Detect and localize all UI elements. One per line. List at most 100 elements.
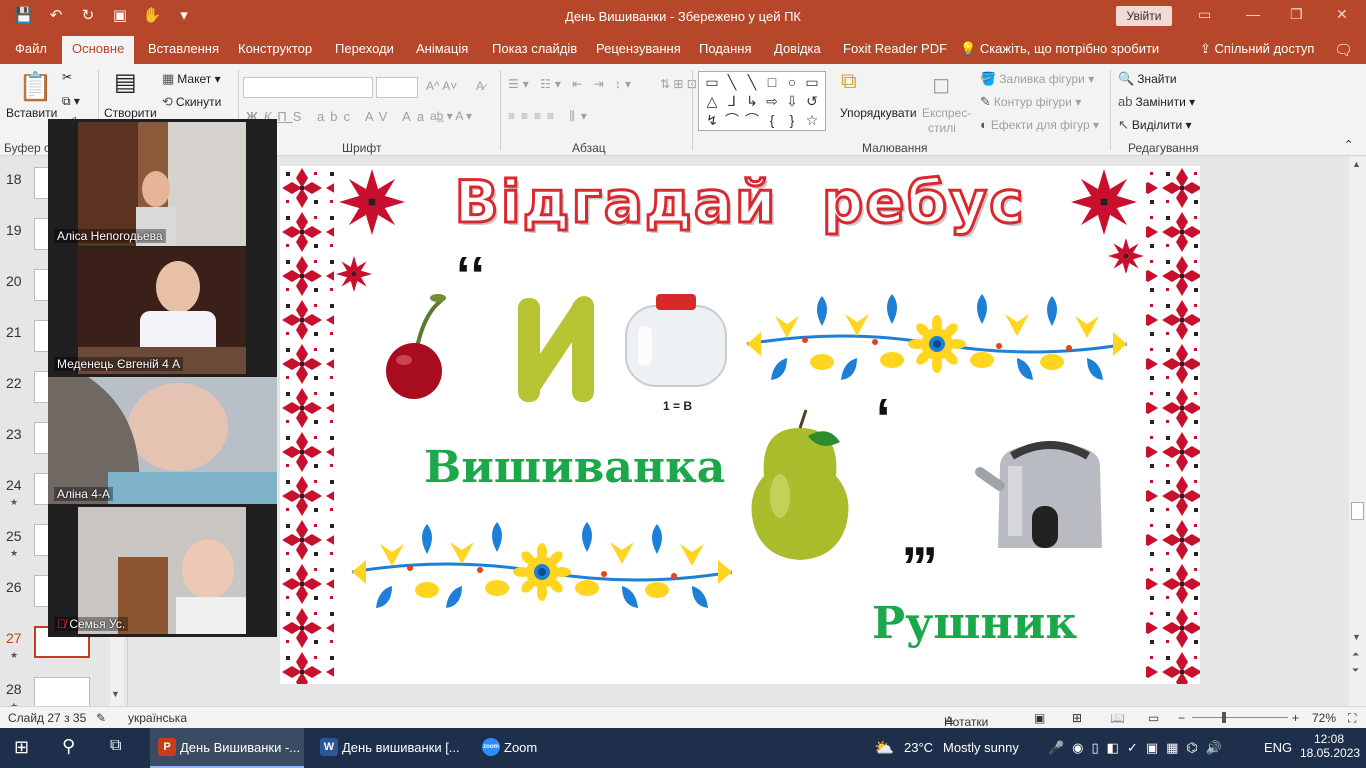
status-bar: Слайд 27 з 35 ✎ українська ≙ Нотатки ▣ ⊞… <box>0 706 1366 729</box>
scroll-thumb[interactable] <box>1351 502 1364 520</box>
zoom-out-icon[interactable]: − <box>1178 711 1185 725</box>
new-slide-icon[interactable]: ▤ <box>114 68 137 97</box>
group-paragraph-label: Абзац <box>572 141 606 155</box>
tab-design[interactable]: Конструктор <box>238 41 312 56</box>
participant-tile[interactable]: Аліна 4-А <box>48 377 277 504</box>
slide-thumbnail[interactable] <box>34 677 90 709</box>
tab-insert[interactable]: Вставлення <box>148 41 219 56</box>
clear-formatting-icon[interactable]: A̷ <box>476 79 484 93</box>
tab-home[interactable]: Основне <box>62 36 135 64</box>
shape-effects-button[interactable]: ◐ Ефекти для фігур ▾ <box>980 117 1099 132</box>
tab-slideshow[interactable]: Показ слайдів <box>492 41 577 56</box>
shape-outline-button[interactable]: ✎ Контур фігури ▾ <box>980 94 1081 110</box>
share-button[interactable]: ⇪ Спільний доступ <box>1200 41 1314 57</box>
fit-to-window-icon[interactable]: ⛶ <box>1348 711 1356 726</box>
tab-animations[interactable]: Анімація <box>416 41 468 56</box>
tab-foxit[interactable]: Foxit Reader PDF <box>843 41 947 56</box>
share-label: Спільний доступ <box>1214 41 1315 56</box>
zoom-in-icon[interactable]: + <box>1292 711 1299 725</box>
normal-view-icon[interactable]: ▣ <box>1034 711 1045 725</box>
collapse-ribbon-icon[interactable]: ⌃ <box>1344 138 1353 151</box>
align-buttons[interactable]: ≡≡≡≡ ⫼▾ <box>508 109 593 124</box>
taskbar-app-powerpoint[interactable]: P День Вишиванки -... <box>150 728 304 768</box>
copy-icon[interactable]: ⧉ ▾ <box>62 94 80 109</box>
tab-review[interactable]: Рецензування <box>596 41 681 56</box>
comments-icon[interactable]: 🗨 <box>1334 41 1353 59</box>
floral-ornament-top <box>747 294 1127 380</box>
paste-icon[interactable]: 📋 <box>18 70 53 103</box>
ribbon-display-icon[interactable]: ▭ <box>1198 6 1211 23</box>
prev-slide-icon[interactable]: ⏶ <box>1352 649 1359 660</box>
slide-sorter-icon[interactable]: ⊞ <box>1072 711 1082 725</box>
slideshow-view-icon[interactable]: ▭ <box>1148 711 1159 725</box>
sign-in-button[interactable]: Увійти <box>1116 6 1172 26</box>
lightbulb-icon: 💡 <box>960 41 977 56</box>
tab-transitions[interactable]: Переходи <box>335 41 394 56</box>
zoom-slider[interactable] <box>1192 717 1288 718</box>
reading-view-icon[interactable]: 📖 <box>1110 711 1125 725</box>
search-icon[interactable]: ⚲ <box>62 736 75 757</box>
tab-file[interactable]: Файл <box>15 41 47 56</box>
task-view-icon[interactable]: ⧉ <box>110 737 121 755</box>
minimize-icon[interactable]: — <box>1246 6 1260 22</box>
weather-temp[interactable]: 23°C <box>904 740 933 755</box>
quick-styles-icon[interactable]: ◻ <box>932 72 950 98</box>
highlight-icon[interactable]: ab̲ ▾ A ▾ <box>430 109 472 123</box>
clock[interactable]: 12:08 18.05.2023 <box>1300 732 1360 760</box>
scroll-down-icon[interactable]: ▼ <box>1352 632 1361 642</box>
zoom-level[interactable]: 72% <box>1312 711 1336 725</box>
replace-icon: ab <box>1118 94 1133 109</box>
shape-fill-button[interactable]: 🪣 Заливка фігури ▾ <box>980 71 1094 87</box>
tell-me-search[interactable]: 💡 Скажіть, що потрібно зробити <box>960 41 1159 57</box>
zoom-slider-thumb[interactable] <box>1222 712 1226 723</box>
select-button[interactable]: ↖ Виділити ▾ <box>1118 117 1192 133</box>
quick-styles-label[interactable]: Експрес- <box>922 106 971 120</box>
taskbar-app-word[interactable]: W День вишиванки [... <box>312 728 466 768</box>
weather-desc[interactable]: Mostly sunny <box>943 740 1019 755</box>
tab-help[interactable]: Довідка <box>774 41 821 56</box>
scroll-down-icon[interactable]: ▼ <box>111 689 120 699</box>
scroll-up-icon[interactable]: ▲ <box>1352 159 1361 169</box>
windows-start-icon[interactable]: ⊞ <box>14 737 29 758</box>
list-buttons[interactable]: ☰▾ ☷▾ ⇤ ⇥ ↕▾ <box>508 77 635 91</box>
paste-button[interactable]: Вставити <box>6 106 57 120</box>
maximize-icon[interactable]: ❐ <box>1290 6 1303 23</box>
shape-fill-label: Заливка фігури <box>999 72 1085 86</box>
new-slide-button[interactable]: Створити <box>104 106 157 120</box>
participant-tile[interactable]: Аліса Непогодьева <box>48 119 277 246</box>
tab-view[interactable]: Подання <box>699 41 752 56</box>
arrange-icon[interactable]: ⧉ <box>841 68 857 94</box>
close-icon[interactable]: ✕ <box>1336 6 1348 23</box>
layout-button[interactable]: ▦ Макет ▾ <box>162 71 221 87</box>
replace-button[interactable]: ab Замінити ▾ <box>1118 94 1195 109</box>
clock-time: 12:08 <box>1313 732 1345 746</box>
grow-font-icon[interactable]: A^ A˅ <box>426 79 457 93</box>
language-indicator[interactable]: українська <box>128 711 187 725</box>
animation-star-icon: ★ <box>10 548 19 558</box>
powerpoint-icon: P <box>158 738 176 756</box>
participant-tile[interactable]: Меденець Євгеній 4 А <box>48 247 277 374</box>
participant-video <box>48 507 277 634</box>
font-name-input[interactable] <box>243 77 373 98</box>
spelling-icon[interactable]: ✎ <box>96 711 106 725</box>
input-language[interactable]: ENG <box>1264 740 1292 755</box>
find-button[interactable]: 🔍 Знайти <box>1118 71 1177 87</box>
vertical-scrollbar[interactable]: ▲ ▼ ⏶ ⏷ <box>1349 157 1366 706</box>
reset-button[interactable]: ⟲ Скинути <box>162 94 221 110</box>
cut-icon[interactable]: ✂ <box>62 70 72 84</box>
next-slide-icon[interactable]: ⏷ <box>1352 665 1359 676</box>
jar-picture <box>625 294 727 387</box>
participant-name: Аліна 4-А <box>54 487 113 501</box>
shapes-gallery[interactable]: ▭ ╲ ╲ □ ○ ▭ △ ⅃ ↳ ⇨ ⇩ ↺ ↯ ⌒ ⌒{} ☆ <box>698 71 826 131</box>
font-size-input[interactable] <box>376 77 418 98</box>
taskbar-app-zoom[interactable]: zoom Zoom <box>474 728 624 768</box>
reset-icon: ⟲ <box>162 94 173 109</box>
system-tray-icons[interactable]: 🎤◉▯◧✓▣▦⌬🔊 <box>1048 740 1230 756</box>
arrange-button[interactable]: Упорядкувати <box>840 106 917 120</box>
paint-bucket-icon: 🪣 <box>980 71 997 86</box>
slide-27[interactable]: Відгадай ребус ‚‚ 1 = В Вишиванка , ,,, … <box>280 166 1200 684</box>
weather-icon[interactable]: ⛅ <box>874 738 894 758</box>
participant-tile[interactable]: 🎙̸ Семья Ус. <box>48 507 277 634</box>
snowflake-ornament-right <box>1071 169 1137 235</box>
zoom-video-panel[interactable]: Аліса Непогодьева Меденець Євгеній 4 А А… <box>48 119 277 637</box>
